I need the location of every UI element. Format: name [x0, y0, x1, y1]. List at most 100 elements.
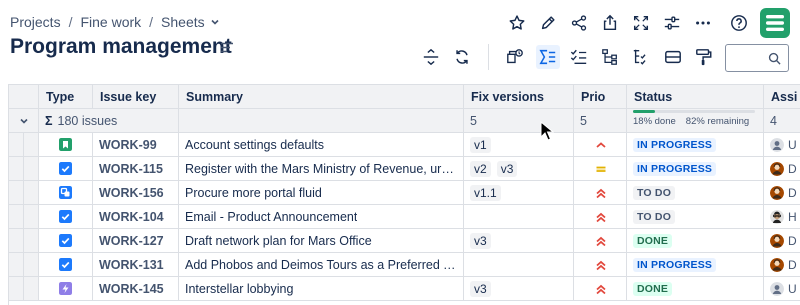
column-header-summary[interactable]: Summary	[179, 85, 464, 108]
chevron-down-icon[interactable]	[19, 116, 29, 126]
edit-icon[interactable]	[537, 12, 559, 34]
status-badge[interactable]: IN PROGRESS	[633, 161, 717, 176]
checklist-icon[interactable]	[567, 45, 591, 69]
issue-key-cell[interactable]: WORK-145	[93, 277, 179, 300]
issue-key[interactable]: WORK-145	[99, 282, 164, 296]
expand-toggle[interactable]	[9, 109, 39, 132]
summary-cell[interactable]: Procure more portal fluid	[179, 181, 464, 204]
table-row[interactable]: WORK-156 Procure more portal fluid v1.1 TO …	[9, 181, 800, 205]
status-cell[interactable]: TO DO	[627, 205, 764, 228]
fix-version-lozenge[interactable]: v3	[470, 232, 491, 249]
fix-versions-cell[interactable]	[464, 253, 574, 276]
status-badge[interactable]: TO DO	[633, 185, 676, 200]
issue-key-cell[interactable]: WORK-156	[93, 181, 179, 204]
issue-summary[interactable]: Email - Product Announcement	[185, 210, 357, 224]
row-selector[interactable]	[9, 277, 39, 300]
help-icon[interactable]	[728, 12, 750, 34]
card-icon[interactable]	[661, 45, 685, 69]
fix-versions-cell[interactable]: v2 v3	[464, 157, 574, 180]
status-cell[interactable]: IN PROGRESS	[627, 133, 764, 156]
priority-cell[interactable]	[574, 205, 627, 228]
priority-cell[interactable]	[574, 133, 627, 156]
fix-version-lozenge[interactable]: v2	[470, 160, 491, 177]
fix-version-lozenge[interactable]: v1	[470, 136, 491, 153]
refresh-icon[interactable]	[450, 45, 474, 69]
star-icon[interactable]	[506, 12, 528, 34]
more-icon[interactable]	[692, 12, 714, 34]
issue-key[interactable]: WORK-127	[99, 234, 164, 248]
column-header-status[interactable]: Status	[627, 85, 764, 108]
status-badge[interactable]: TO DO	[633, 209, 676, 224]
assignee-cell[interactable]: U	[764, 133, 800, 156]
column-header-issue-key[interactable]: Issue key	[93, 85, 179, 108]
issue-key[interactable]: WORK-156	[99, 186, 164, 200]
issue-summary[interactable]: Add Phobos and Deimos Tours as a Preferr…	[185, 258, 457, 272]
issue-key[interactable]: WORK-104	[99, 210, 164, 224]
row-selector[interactable]	[9, 133, 39, 156]
fix-versions-cell[interactable]: v1.1	[464, 181, 574, 204]
priority-cell[interactable]	[574, 229, 627, 252]
issue-key-cell[interactable]: WORK-115	[93, 157, 179, 180]
issue-summary[interactable]: Procure more portal fluid	[185, 186, 322, 200]
fix-versions-cell[interactable]	[464, 205, 574, 228]
breadcrumb-sheets[interactable]: Sheets	[161, 14, 205, 30]
table-row[interactable]: WORK-115 Register with the Mars Ministry …	[9, 157, 800, 181]
issue-summary[interactable]: Register with the Mars Ministry of Reven…	[185, 162, 457, 176]
table-row[interactable]: WORK-99 Account settings defaults v1 IN PRO…	[9, 133, 800, 157]
assignee-cell[interactable]: H	[764, 205, 800, 228]
assignee-cell[interactable]: D	[764, 181, 800, 204]
fix-versions-cell[interactable]: v1	[464, 133, 574, 156]
row-selector[interactable]	[9, 253, 39, 276]
paint-roller-icon[interactable]	[692, 45, 716, 69]
issue-key[interactable]: WORK-131	[99, 258, 164, 272]
issue-summary[interactable]: Draft network plan for Mars Office	[185, 234, 372, 248]
table-row[interactable]: WORK-104 Email - Product Announcement TO D…	[9, 205, 800, 229]
column-header-fix-versions[interactable]: Fix versions	[464, 85, 574, 108]
table-row[interactable]: WORK-127 Draft network plan for Mars Offi…	[9, 229, 800, 253]
breadcrumb-fine-work[interactable]: Fine work	[80, 14, 141, 30]
row-selector-header[interactable]	[9, 85, 39, 108]
sum-icon[interactable]	[536, 45, 560, 69]
assignee-cell[interactable]: D	[764, 229, 800, 252]
table-row[interactable]: WORK-145 Interstellar lobbying v3 DONE U	[9, 277, 800, 301]
assignee-cell[interactable]: U	[764, 277, 800, 300]
issue-key-cell[interactable]: WORK-131	[93, 253, 179, 276]
fix-versions-cell[interactable]: v3	[464, 229, 574, 252]
fix-version-lozenge[interactable]: v3	[496, 160, 518, 177]
status-cell[interactable]: IN PROGRESS	[627, 253, 764, 276]
assignee-cell[interactable]: D	[764, 157, 800, 180]
summary-cell[interactable]: Draft network plan for Mars Office	[179, 229, 464, 252]
issue-key-cell[interactable]: WORK-104	[93, 205, 179, 228]
priority-cell[interactable]	[574, 157, 627, 180]
summary-cell[interactable]: Account settings defaults	[179, 133, 464, 156]
row-selector[interactable]	[9, 157, 39, 180]
summary-cell[interactable]: Register with the Mars Ministry of Reven…	[179, 157, 464, 180]
row-selector[interactable]	[9, 229, 39, 252]
column-header-type[interactable]: Type	[39, 85, 93, 108]
assignee-cell[interactable]: D	[764, 253, 800, 276]
fix-version-lozenge[interactable]: v3	[470, 280, 491, 297]
status-badge[interactable]: IN PROGRESS	[633, 137, 717, 152]
export-icon[interactable]	[599, 12, 621, 34]
issue-key[interactable]: WORK-115	[99, 162, 163, 176]
fullscreen-icon[interactable]	[630, 12, 652, 34]
summary-cell[interactable]: Add Phobos and Deimos Tours as a Preferr…	[179, 253, 464, 276]
status-cell[interactable]: DONE	[627, 277, 764, 300]
app-logo[interactable]	[760, 8, 790, 38]
share-icon[interactable]	[568, 12, 590, 34]
status-badge[interactable]: IN PROGRESS	[633, 257, 717, 272]
status-cell[interactable]: DONE	[627, 229, 764, 252]
issue-summary[interactable]: Interstellar lobbying	[185, 282, 293, 296]
priority-cell[interactable]	[574, 253, 627, 276]
expand-collapse-icon[interactable]	[419, 45, 443, 69]
priority-cell[interactable]	[574, 277, 627, 300]
issue-key-cell[interactable]: WORK-127	[93, 229, 179, 252]
priority-cell[interactable]	[574, 181, 627, 204]
status-badge[interactable]: DONE	[633, 281, 673, 296]
search-field[interactable]	[725, 44, 789, 72]
summary-cell[interactable]: Interstellar lobbying	[179, 277, 464, 300]
row-selector[interactable]	[9, 205, 39, 228]
chevron-down-icon[interactable]	[210, 17, 220, 27]
issue-key[interactable]: WORK-99	[99, 138, 157, 152]
settings-sliders-icon[interactable]	[661, 12, 683, 34]
